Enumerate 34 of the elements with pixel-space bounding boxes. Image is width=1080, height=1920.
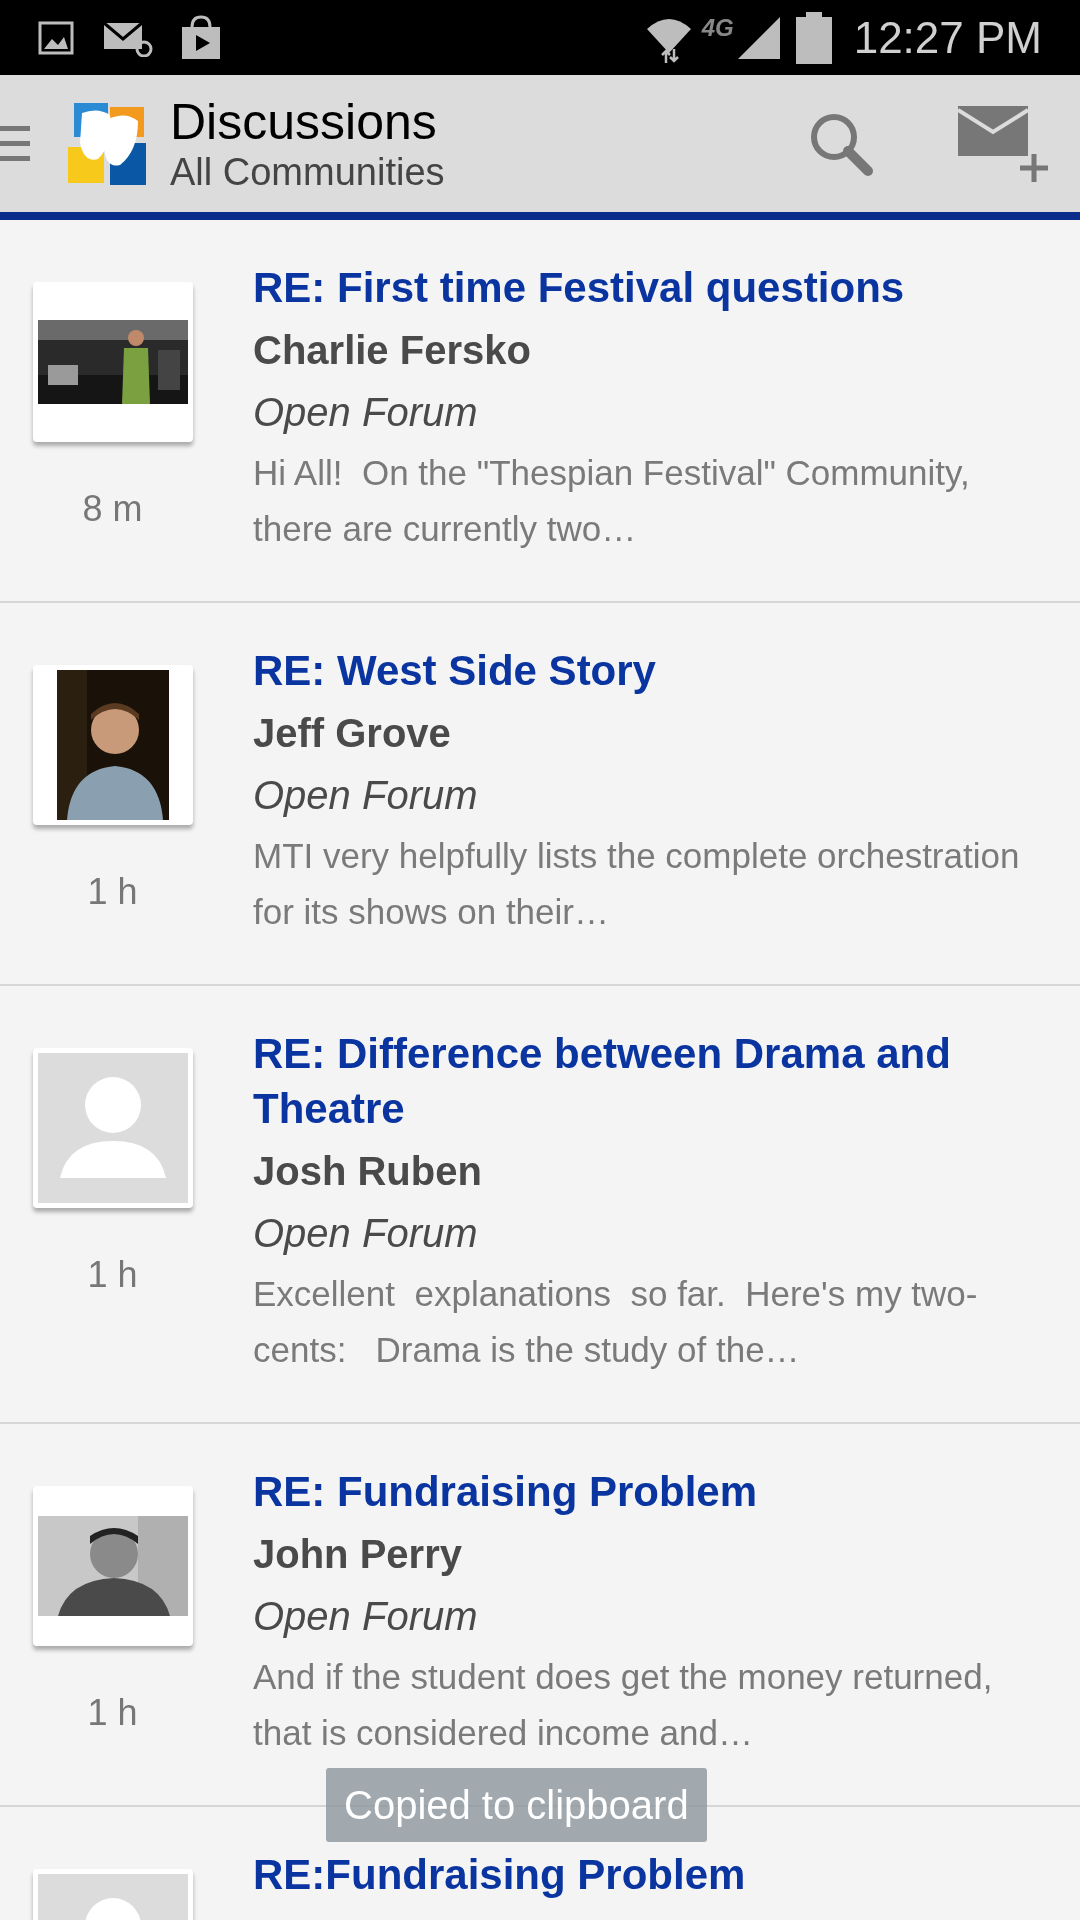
menu-icon[interactable] — [0, 123, 30, 164]
image-icon — [38, 20, 74, 55]
post-author: Josh Ruben — [253, 1148, 483, 1195]
avatar-placeholder-icon — [37, 1053, 188, 1203]
avatar-frame[interactable] — [32, 1486, 193, 1646]
forum-name: Open Forum — [253, 1593, 479, 1640]
masks-logo-icon[interactable] — [68, 102, 148, 185]
toast: Copied to clipboard — [326, 1768, 707, 1842]
battery-icon — [795, 11, 832, 64]
forum-name: Open Forum — [253, 1210, 479, 1257]
app-subtitle: All Communities — [170, 152, 445, 191]
avatar-frame[interactable] — [32, 665, 193, 825]
post-excerpt: Excellent explanations so far. Here's my two-cents: Drama is the study of the… — [253, 1273, 979, 1371]
avatar-frame[interactable] — [32, 282, 193, 442]
post-excerpt: And if the student does get the money returned, that is considered income and… — [253, 1656, 994, 1754]
post-title[interactable]: RE: Fundraising Problem — [253, 1464, 1050, 1519]
post-author: Jeff Grove — [253, 710, 452, 757]
clock: 12:27 PM — [853, 11, 1042, 64]
app-title: Discussions — [170, 96, 438, 147]
post-title[interactable]: RE: West Side Story — [253, 643, 1050, 698]
post-title[interactable]: RE:Fundraising Problem — [253, 1847, 746, 1902]
post-title[interactable]: RE: First time Festival questions — [253, 260, 1050, 315]
post-age: 1 h — [87, 1691, 138, 1735]
forum-name: Open Forum — [253, 389, 479, 436]
post-author: Charlie Fersko — [253, 327, 532, 374]
forum-name: Open Forum — [253, 772, 479, 819]
post-title[interactable]: RE: Difference between Drama and Theatre — [253, 1026, 1050, 1136]
network-label: 4G — [701, 13, 734, 43]
post-excerpt: MTI very helpfully lists the complete orchestration for its shows on their… — [253, 835, 1021, 933]
post-age: 1 h — [87, 870, 138, 914]
post-author: John Perry — [253, 1531, 463, 1578]
post-excerpt: Hi All! On the "Thespian Festival" Community, there are currently two… — [253, 452, 971, 550]
post-age: 8 m — [82, 487, 143, 531]
post-age: 1 h — [87, 1253, 138, 1297]
